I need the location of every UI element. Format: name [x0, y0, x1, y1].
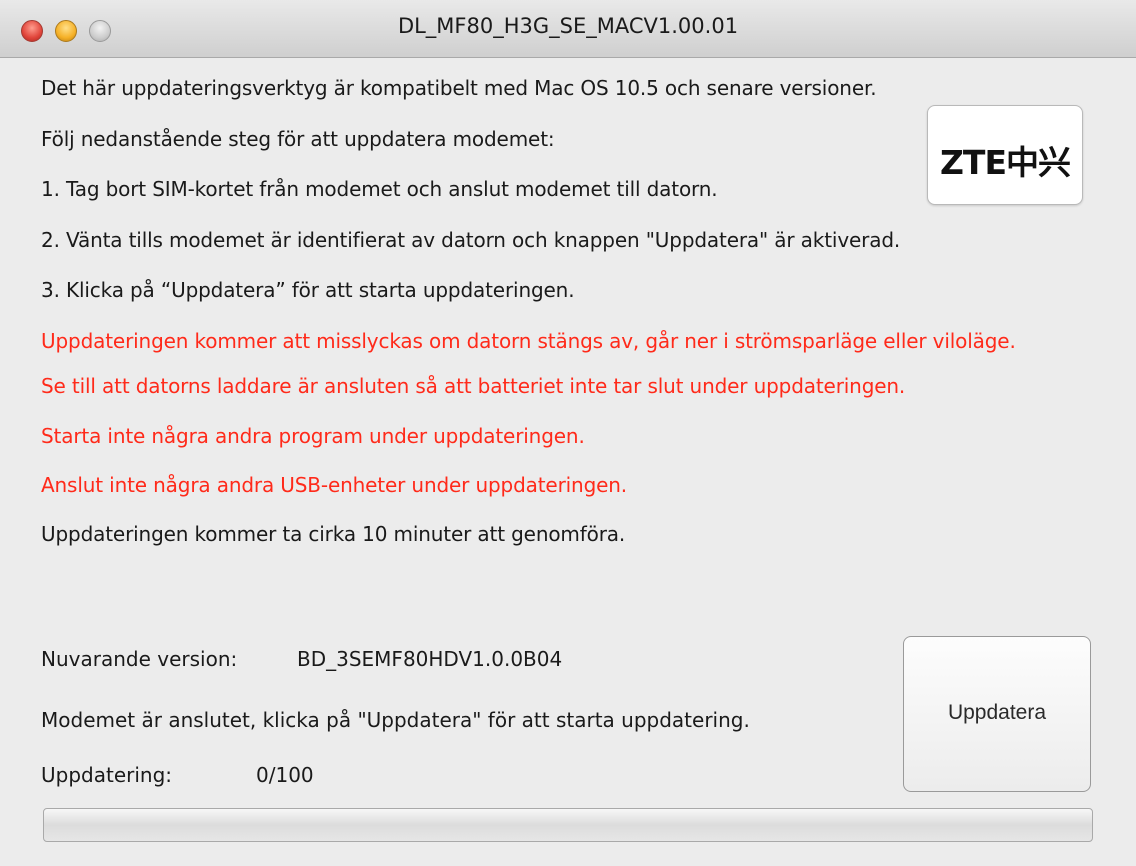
current-version-value: BD_3SEMF80HDV1.0.0B04 — [297, 647, 563, 671]
progress-label: Uppdatering: — [41, 763, 173, 787]
step-1-text: 1. Tag bort SIM-kortet från modemet och … — [41, 177, 718, 201]
updater-window: DL_MF80_H3G_SE_MACV1.00.01 Det här uppda… — [0, 0, 1136, 866]
update-progress-bar — [43, 808, 1093, 842]
zte-logo-text: ZTE中兴 — [940, 143, 1071, 182]
warning-usb-text: Anslut inte några andra USB-enheter unde… — [41, 473, 628, 497]
warning-programs-text: Starta inte några andra program under up… — [41, 424, 585, 448]
warning-charger-text: Se till att datorns laddare är ansluten … — [41, 374, 906, 398]
steps-heading: Följ nedanstående steg för att uppdatera… — [41, 127, 555, 151]
title-bar[interactable]: DL_MF80_H3G_SE_MACV1.00.01 — [0, 0, 1136, 58]
window-title: DL_MF80_H3G_SE_MACV1.00.01 — [397, 14, 739, 38]
progress-value: 0/100 — [256, 763, 314, 787]
step-2-text: 2. Vänta tills modemet är identifierat a… — [41, 228, 901, 252]
duration-note: Uppdateringen kommer ta cirka 10 minuter… — [41, 522, 626, 546]
connection-status-text: Modemet är anslutet, klicka på "Uppdater… — [41, 708, 750, 732]
update-button-label: Uppdatera — [947, 701, 1047, 724]
warning-power-text: Uppdateringen kommer att misslyckas om d… — [41, 329, 1016, 353]
current-version-label: Nuvarande version: — [41, 647, 238, 671]
compatibility-text: Det här uppdateringsverktyg är kompatibe… — [41, 76, 877, 100]
step-3-text: 3. Klicka på “Uppdatera” för att starta … — [41, 278, 575, 302]
update-button[interactable]: Uppdatera — [903, 636, 1091, 792]
zte-logo: ZTE中兴 — [927, 105, 1083, 205]
